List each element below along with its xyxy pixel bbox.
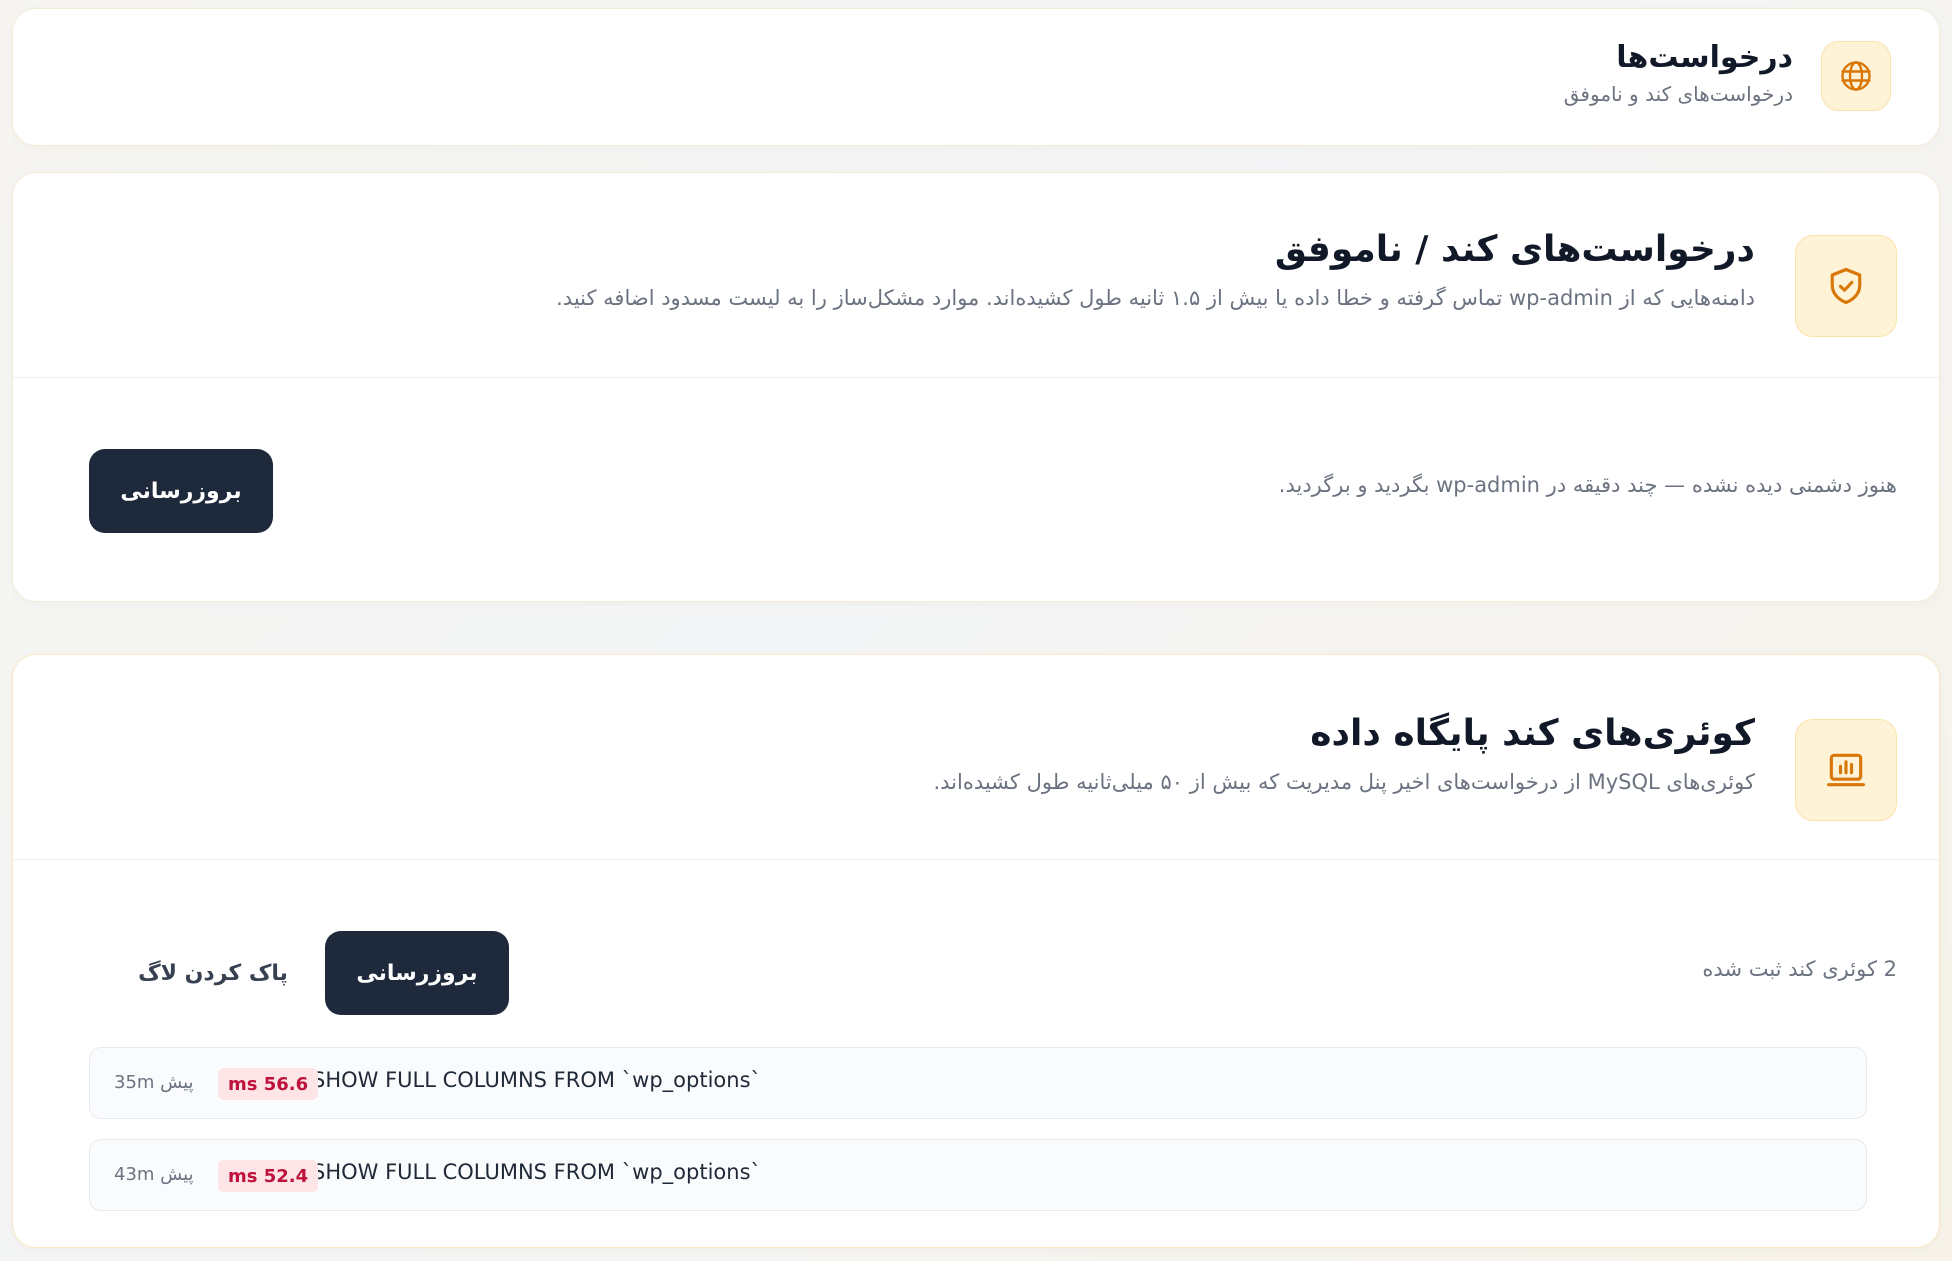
slow-requests-refresh-button[interactable]: بروزرسانی bbox=[89, 449, 273, 533]
slow-queries-description: کوئری‌های MySQL از درخواست‌های اخیر پنل … bbox=[933, 770, 1755, 794]
query-time-ago: 43m پیش bbox=[114, 1164, 194, 1185]
slow-queries-count: 2 کوئری کند ثبت شده bbox=[1702, 957, 1897, 981]
slow-queries-divider bbox=[13, 859, 1939, 860]
header-icon-box bbox=[1821, 41, 1891, 111]
query-row: SHOW FULL COLUMNS FROM `wp_options` ms 5… bbox=[89, 1047, 1867, 1119]
slow-requests-description: دامنه‌هایی که از wp-admin تماس گرفته و خ… bbox=[556, 286, 1755, 310]
query-duration-badge: ms 52.4 bbox=[218, 1160, 319, 1192]
globe-icon bbox=[1841, 61, 1871, 91]
query-sql: SHOW FULL COLUMNS FROM `wp_options` bbox=[312, 1160, 762, 1184]
clear-log-button[interactable]: پاک کردن لاگ bbox=[121, 931, 305, 1015]
slow-queries-card: کوئری‌های کند پایگاه داده کوئری‌های MySQ… bbox=[12, 654, 1940, 1248]
shield-check-icon bbox=[1830, 267, 1862, 305]
slow-queries-refresh-button[interactable]: بروزرسانی bbox=[325, 931, 509, 1015]
query-duration-badge: ms 56.6 bbox=[218, 1068, 319, 1100]
slow-requests-icon-box bbox=[1795, 235, 1897, 337]
slow-requests-card: درخواست‌های کند / ناموفق دامنه‌هایی که ا… bbox=[12, 172, 1940, 602]
page-subtitle: درخواست‌های کند و ناموفق bbox=[1563, 82, 1793, 106]
slow-requests-title: درخواست‌های کند / ناموفق bbox=[1274, 229, 1755, 270]
slow-requests-empty-message: هنوز دشمنی دیده نشده — چند دقیقه در wp-a… bbox=[1278, 473, 1897, 497]
query-sql: SHOW FULL COLUMNS FROM `wp_options` bbox=[312, 1068, 762, 1092]
query-row: SHOW FULL COLUMNS FROM `wp_options` ms 5… bbox=[89, 1139, 1867, 1211]
page-title: درخواست‌ها bbox=[1616, 40, 1793, 75]
bar-chart-icon bbox=[1827, 753, 1865, 787]
slow-queries-icon-box bbox=[1795, 719, 1897, 821]
query-time-ago: 35m پیش bbox=[114, 1072, 194, 1093]
requests-header-card: درخواست‌ها درخواست‌های کند و ناموفق bbox=[12, 8, 1940, 146]
slow-requests-divider bbox=[13, 377, 1939, 378]
slow-queries-title: کوئری‌های کند پایگاه داده bbox=[1310, 713, 1755, 754]
